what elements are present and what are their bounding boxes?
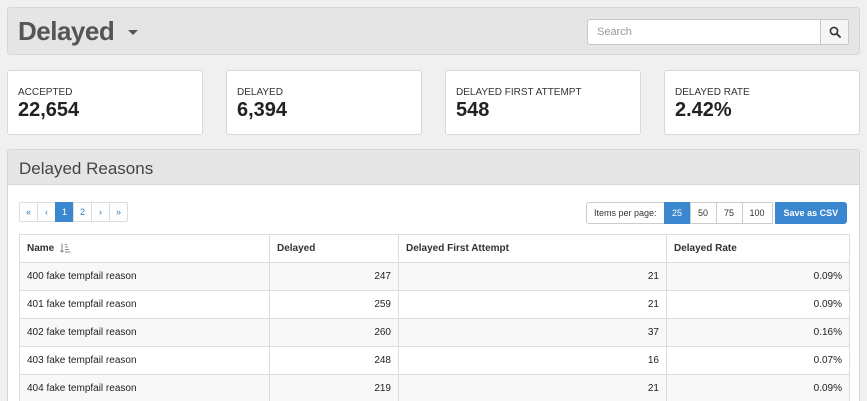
cell-name: 401 fake tempfail reason <box>19 290 270 319</box>
page-header: Delayed <box>7 7 860 55</box>
prev-page-button[interactable]: ‹ <box>37 202 56 222</box>
column-header-delayed-first-attempt[interactable]: Delayed First Attempt <box>398 234 667 263</box>
next-page-button[interactable]: › <box>91 202 110 222</box>
stat-card-delayed-first-attempt: DELAYED FIRST ATTEMPT 548 <box>445 70 641 135</box>
search-button[interactable] <box>820 19 849 45</box>
sort-ascending-icon <box>60 243 71 254</box>
delayed-reasons-table: Name Delayed Delayed First Attempt Delay… <box>19 234 850 401</box>
column-header-delayed-rate[interactable]: Delayed Rate <box>666 234 850 263</box>
items-per-page-25[interactable]: 25 <box>663 202 691 224</box>
column-header-name[interactable]: Name <box>19 234 270 263</box>
page-button-1[interactable]: 1 <box>55 202 74 222</box>
cell-delayed-first-attempt: 16 <box>398 346 667 375</box>
column-header-label: Name <box>27 243 55 254</box>
cell-delayed-rate: 0.09% <box>666 374 850 401</box>
stat-label: DELAYED <box>237 87 283 98</box>
stat-value: 2.42% <box>675 99 732 121</box>
page-button-2[interactable]: 2 <box>73 202 92 222</box>
table-header-row: Name Delayed Delayed First Attempt Delay… <box>19 234 850 263</box>
cell-name: 400 fake tempfail reason <box>19 262 270 291</box>
cell-delayed-rate: 0.09% <box>666 262 850 291</box>
delayed-reasons-panel: Delayed Reasons « ‹ 1 2 › » Items per pa… <box>7 149 860 401</box>
cell-delayed: 260 <box>269 318 399 347</box>
table-row: 404 fake tempfail reason 219 21 0.09% <box>19 374 850 401</box>
cell-delayed: 248 <box>269 346 399 375</box>
cell-delayed-first-attempt: 21 <box>398 262 667 291</box>
chevron-down-icon[interactable] <box>128 30 138 35</box>
stat-label: DELAYED FIRST ATTEMPT <box>456 87 582 98</box>
items-per-page-75[interactable]: 75 <box>715 202 743 224</box>
cell-name: 403 fake tempfail reason <box>19 346 270 375</box>
cell-delayed-rate: 0.07% <box>666 346 850 375</box>
column-header-delayed[interactable]: Delayed <box>269 234 399 263</box>
stat-value: 22,654 <box>18 99 80 121</box>
cell-delayed-rate: 0.16% <box>666 318 850 347</box>
first-page-button[interactable]: « <box>19 202 38 222</box>
stat-card-delayed-rate: DELAYED RATE 2.42% <box>664 70 860 135</box>
stat-value: 6,394 <box>237 99 288 121</box>
table-row: 401 fake tempfail reason 259 21 0.09% <box>19 290 850 319</box>
page-title[interactable]: Delayed <box>18 16 115 47</box>
save-as-csv-button[interactable]: Save as CSV <box>774 202 848 224</box>
cell-delayed-first-attempt: 21 <box>398 290 667 319</box>
cell-delayed-rate: 0.09% <box>666 290 850 319</box>
items-per-page-50[interactable]: 50 <box>689 202 717 224</box>
cell-delayed: 219 <box>269 374 399 401</box>
items-per-page-label: Items per page: <box>586 202 665 224</box>
stat-label: DELAYED RATE <box>675 87 750 98</box>
cell-delayed: 247 <box>269 262 399 291</box>
items-per-page-100[interactable]: 100 <box>741 202 773 224</box>
table-row: 400 fake tempfail reason 247 21 0.09% <box>19 262 850 291</box>
stat-label: ACCEPTED <box>18 87 73 98</box>
cell-delayed-first-attempt: 21 <box>398 374 667 401</box>
table-row: 403 fake tempfail reason 248 16 0.07% <box>19 346 850 375</box>
search-icon <box>829 26 841 38</box>
cell-delayed-first-attempt: 37 <box>398 318 667 347</box>
last-page-button[interactable]: » <box>109 202 128 222</box>
search-input[interactable] <box>587 19 821 45</box>
stat-card-accepted: ACCEPTED 22,654 <box>7 70 203 135</box>
cell-delayed: 259 <box>269 290 399 319</box>
items-per-page-group: Items per page: 25 50 75 100 Save as CSV <box>586 202 848 224</box>
stat-card-delayed: DELAYED 6,394 <box>226 70 422 135</box>
cell-name: 402 fake tempfail reason <box>19 318 270 347</box>
panel-header: Delayed Reasons <box>8 150 859 185</box>
stat-value: 548 <box>456 99 490 121</box>
panel-title: Delayed Reasons <box>19 159 154 178</box>
cell-name: 404 fake tempfail reason <box>19 374 270 401</box>
table-row: 402 fake tempfail reason 260 37 0.16% <box>19 318 850 347</box>
pagination: « ‹ 1 2 › » <box>19 202 128 222</box>
